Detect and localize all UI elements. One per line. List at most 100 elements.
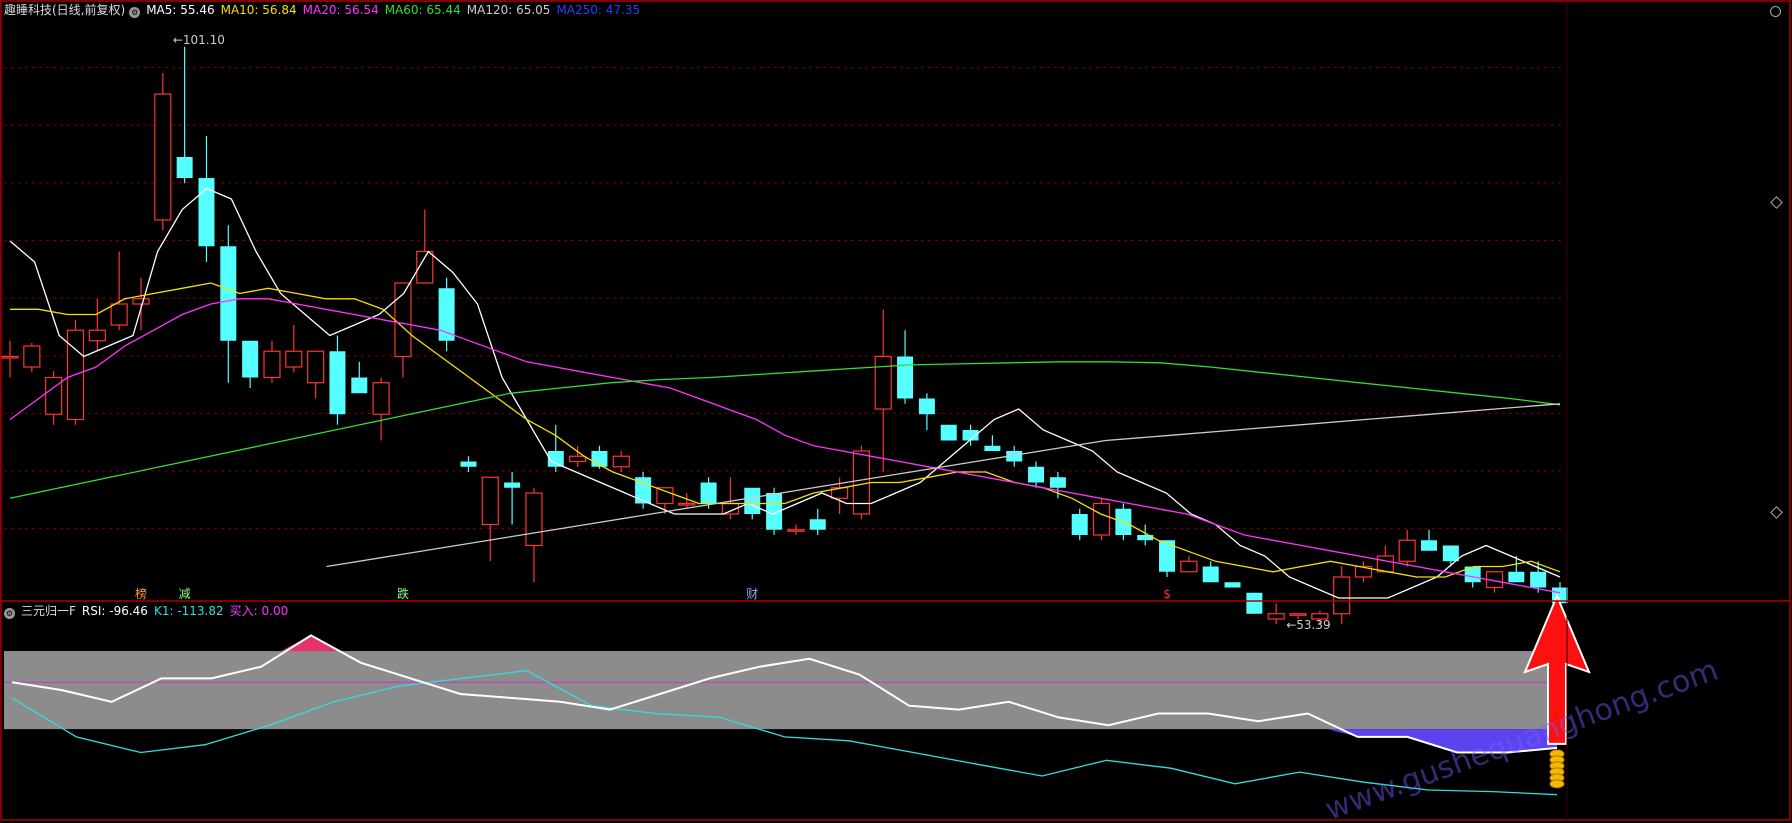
candle	[984, 435, 1001, 451]
candle	[132, 277, 150, 331]
candle-body	[852, 450, 871, 515]
candle	[416, 209, 434, 284]
candlestick-series	[1, 46, 1568, 625]
candle	[285, 325, 303, 373]
candle	[110, 251, 128, 331]
low-price-label: ←53.39	[1286, 618, 1330, 632]
candle-body	[23, 345, 41, 368]
candle	[1092, 498, 1111, 541]
buy-readout: 买入: 0.00	[229, 604, 289, 618]
candle-body	[1267, 613, 1285, 620]
candle	[1442, 545, 1459, 567]
candle	[874, 309, 892, 472]
rsi-readout: RSI: -96.46	[81, 604, 148, 618]
high-price-label: ←101.10	[173, 33, 225, 47]
chart-stage: ←101.10 ←53.39 榜 减 跌 财 $ www.gushequanghong.co…	[0, 0, 1792, 823]
candle-body	[1246, 592, 1263, 614]
candle-body	[744, 487, 761, 514]
event-marker: 榜	[135, 586, 147, 601]
candle-body	[1398, 539, 1416, 562]
candle-body	[1092, 502, 1111, 536]
candle	[1508, 556, 1525, 583]
candle	[88, 298, 106, 352]
candle-body	[1376, 555, 1394, 573]
candle-body	[1, 355, 19, 359]
indicator-dot-icon[interactable]: ⚙	[4, 608, 15, 619]
candle	[1398, 529, 1416, 567]
candle-body	[329, 351, 346, 415]
candle	[1, 340, 19, 378]
candle-body	[1071, 514, 1088, 535]
moving-average-lines	[9, 187, 1561, 599]
candle	[852, 445, 871, 520]
settings-dot-icon[interactable]: ⚙	[129, 7, 141, 18]
candle-body	[809, 519, 826, 530]
candle-body	[700, 482, 717, 504]
candle	[1267, 603, 1285, 625]
candle-body	[263, 350, 281, 379]
candle-body	[351, 377, 368, 394]
ma10-line	[10, 282, 1561, 578]
candle-body	[154, 93, 172, 221]
candle	[1180, 556, 1198, 573]
candle-body	[132, 298, 150, 305]
candle-body	[285, 350, 303, 368]
candle	[1224, 582, 1241, 588]
candle	[1333, 566, 1351, 625]
candle	[220, 225, 237, 383]
ma20-readout: MA20: 56.54	[302, 3, 379, 17]
candle-body	[481, 476, 499, 526]
candle	[612, 451, 630, 472]
candle	[940, 424, 957, 441]
ma5-line	[9, 187, 1561, 599]
candle-body	[504, 482, 521, 488]
grid-lines	[4, 67, 1565, 530]
ma60-readout: MA60: 65.44	[384, 3, 461, 17]
candle-body	[918, 398, 935, 415]
candle-body	[1028, 466, 1045, 483]
coin-icon	[1549, 779, 1565, 789]
candle-body	[460, 461, 477, 467]
candle	[481, 476, 499, 562]
candle	[1028, 461, 1045, 488]
candle-body	[1224, 582, 1241, 588]
candle	[897, 330, 914, 404]
candle	[1049, 472, 1066, 499]
candle-body	[110, 303, 128, 326]
event-marker: $	[1163, 587, 1171, 601]
candle-body	[656, 487, 674, 505]
candle-body	[678, 502, 696, 506]
candle-body	[220, 246, 237, 341]
candle-body	[372, 382, 390, 415]
candle	[438, 277, 455, 352]
candle	[307, 350, 325, 399]
candle-body	[307, 350, 325, 384]
candle	[918, 393, 935, 430]
event-marker: 跌	[397, 586, 409, 601]
candle-body	[897, 356, 914, 399]
indicator-title[interactable]: 三元归一F	[21, 604, 76, 618]
candle	[787, 524, 805, 535]
candle	[809, 508, 826, 535]
ma250-readout: MA250: 47.35	[556, 3, 641, 17]
candle-body	[1180, 560, 1198, 573]
candle-body	[1530, 571, 1547, 588]
maximize-circle-icon[interactable]	[1770, 6, 1781, 17]
candle	[1421, 529, 1438, 551]
candle	[23, 342, 41, 373]
candle-body	[940, 424, 957, 441]
candle-body	[1202, 566, 1219, 583]
candle-body	[984, 445, 1001, 451]
candle	[1202, 561, 1219, 583]
candle-body	[1508, 571, 1525, 583]
indicator-panel-header: ⚙ 三元归一F RSI: -96.46 K1: -113.82 买入: 0.00	[4, 604, 294, 619]
ma120-readout: MA120: 65.05	[466, 3, 551, 17]
candle-body	[1421, 540, 1438, 551]
candle	[394, 282, 412, 378]
candle-body	[874, 355, 892, 410]
candle	[1246, 592, 1263, 614]
candle-body	[1442, 545, 1459, 562]
chart-title[interactable]: 趣睡科技(日线,前复权)	[4, 3, 125, 17]
candle	[504, 472, 521, 525]
candle-body	[1333, 576, 1351, 615]
